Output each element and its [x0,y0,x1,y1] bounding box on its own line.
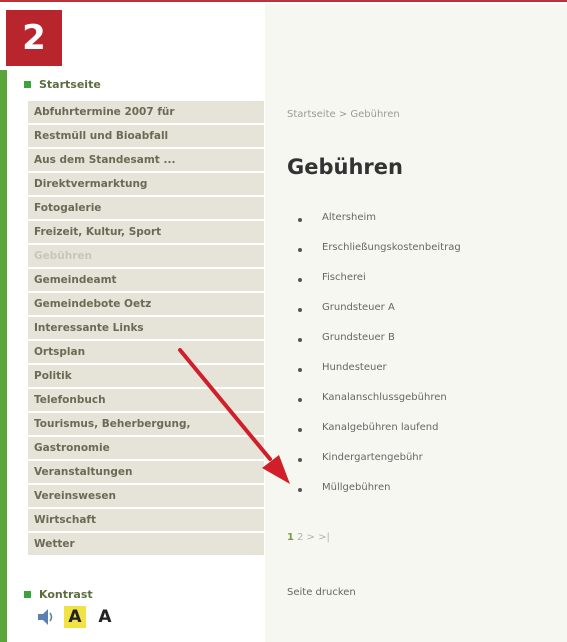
fee-link-grundsteuer-a[interactable]: Grundsteuer A [298,302,461,332]
pagination-current-page: 1 [287,532,294,543]
sidebar-item-telefonbuch[interactable]: Telefonbuch [28,389,264,411]
green-square-icon [24,591,31,598]
fee-link-hundesteuer[interactable]: Hundesteuer [298,362,461,392]
fee-link-kindergarten[interactable]: Kindergartengebühr [298,452,461,482]
sidebar-item-freizeit[interactable]: Freizeit, Kultur, Sport [28,221,264,243]
sidebar-item-abfuhrtermine[interactable]: Abfuhrtermine 2007 für [28,101,264,123]
sidebar-item-restmuell[interactable]: Restmüll und Bioabfall [28,125,264,147]
breadcrumb[interactable]: Startseite > Gebühren [287,109,400,120]
kontrast-heading: Kontrast [24,588,93,601]
contrast-normal-button[interactable]: A [94,606,116,628]
contrast-high-button[interactable]: A [64,606,86,628]
pagination-links[interactable]: 2 > >| [297,532,330,543]
step-number-badge: 2 [6,10,62,66]
sidebar-item-wetter[interactable]: Wetter [28,533,264,555]
sidebar-item-gemeindeamt[interactable]: Gemeindeamt [28,269,264,291]
fee-link-altersheim[interactable]: Altersheim [298,212,461,242]
sidebar-item-veranstaltungen[interactable]: Veranstaltungen [28,461,264,483]
fee-link-grundsteuer-b[interactable]: Grundsteuer B [298,332,461,362]
sidebar-item-gastronomie[interactable]: Gastronomie [28,437,264,459]
sidebar-item-gemeindebote[interactable]: Gemeindebote Oetz [28,293,264,315]
startseite-label: Startseite [39,78,101,91]
sidebar-item-politik[interactable]: Politik [28,365,264,387]
fee-link-erschliessung[interactable]: Erschließungskostenbeitrag [298,242,461,272]
kontrast-label: Kontrast [39,588,93,601]
page-title: Gebühren [287,155,403,179]
pagination: 12 > >| [287,532,330,543]
sidebar-item-wirtschaft[interactable]: Wirtschaft [28,509,264,531]
speaker-icon[interactable] [36,606,56,628]
sidebar-item-ortsplan[interactable]: Ortsplan [28,341,264,363]
startseite-link[interactable]: Startseite [24,78,101,91]
fee-list: Altersheim Erschließungskostenbeitrag Fi… [298,212,461,512]
sidebar-item-direktvermarktung[interactable]: Direktvermarktung [28,173,264,195]
green-square-icon [24,81,31,88]
fee-link-fischerei[interactable]: Fischerei [298,272,461,302]
sidebar-item-standesamt[interactable]: Aus dem Standesamt ... [28,149,264,171]
sidebar-item-tourismus[interactable]: Tourismus, Beherbergung, [28,413,264,435]
green-accent-bar [0,70,7,642]
sidebar-item-fotogalerie[interactable]: Fotogalerie [28,197,264,219]
fee-link-kanalanschluss[interactable]: Kanalanschlussgebühren [298,392,461,422]
contrast-controls: A A [36,606,116,628]
sidebar-item-links[interactable]: Interessante Links [28,317,264,339]
fee-link-muellgebuehren[interactable]: Müllgebühren [298,482,461,512]
sidebar-item-gebuehren-current[interactable]: Gebühren [28,245,264,267]
sidebar-item-vereinswesen[interactable]: Vereinswesen [28,485,264,507]
fee-link-kanalgebuehren[interactable]: Kanalgebühren laufend [298,422,461,452]
print-page-link[interactable]: Seite drucken [287,587,356,598]
sidebar-menu: Abfuhrtermine 2007 für Restmüll und Bioa… [28,101,264,557]
